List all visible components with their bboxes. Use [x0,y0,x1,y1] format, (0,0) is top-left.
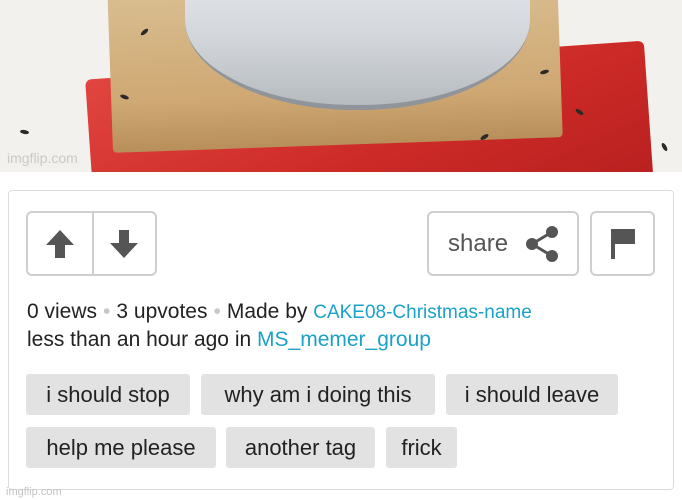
share-button[interactable]: share [427,211,579,276]
flag-icon [610,228,635,259]
vote-buttons [26,211,157,276]
report-flag-button[interactable] [590,211,655,276]
tag-chip[interactable]: why am i doing this [201,374,435,415]
imgflip-footer-watermark: imgflip.com [6,486,62,498]
posted-time: less than an hour ago in [27,328,252,351]
downvote-button[interactable] [91,213,156,274]
imgflip-watermark: imgflip.com [7,150,78,166]
tag-chip[interactable]: help me please [26,427,216,468]
meme-stats: 0 views • 3 upvotes • Made by CAKE08-Christm… [27,300,532,324]
stream-link[interactable]: MS_memer_group [257,328,431,351]
separator-dot: • [103,300,111,323]
arrow-down-icon [110,229,139,258]
seed-graphic [660,142,669,152]
tag-chip[interactable]: i should stop [26,374,190,415]
separator-dot: • [213,300,221,323]
upvote-button[interactable] [28,213,92,274]
tag-chip[interactable]: another tag [226,427,375,468]
meme-image: imgflip.com [0,0,682,172]
view-count: 0 views [27,300,98,323]
tag-chip[interactable]: frick [386,427,457,468]
upvote-count: 3 upvotes [116,300,208,323]
share-label: share [448,229,509,257]
meme-posted-info: less than an hour ago in MS_memer_group [27,328,431,352]
seed-graphic [19,129,30,135]
share-icon [522,224,562,264]
arrow-up-icon [45,229,74,258]
made-by-label: Made by [226,300,308,323]
author-link[interactable]: CAKE08-Christmas-name [313,302,532,323]
tag-chip[interactable]: i should leave [446,374,618,415]
